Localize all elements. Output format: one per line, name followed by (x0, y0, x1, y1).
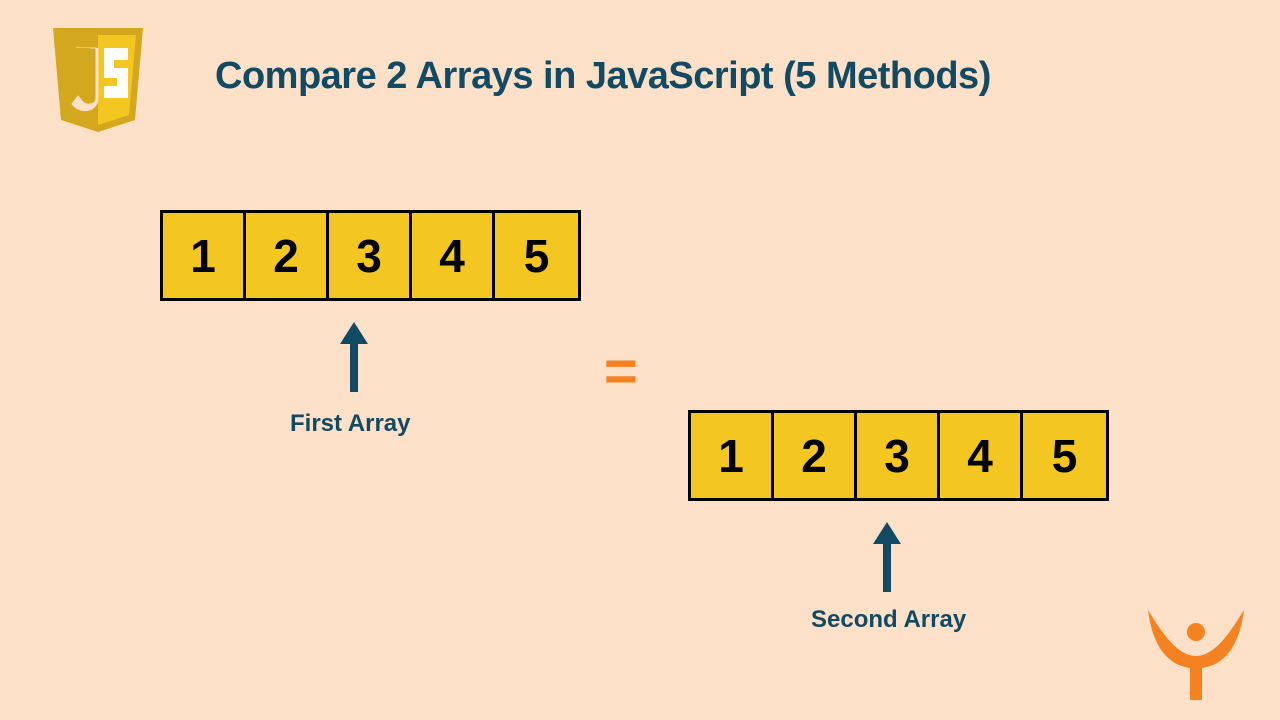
array-cell: 4 (412, 213, 495, 298)
array-cell: 5 (1023, 413, 1106, 498)
second-array-label: Second Array (811, 606, 966, 634)
array-cell: 2 (774, 413, 857, 498)
first-array-label: First Array (290, 410, 411, 438)
array-cell: 1 (163, 213, 246, 298)
array-cell: 3 (329, 213, 412, 298)
arrow-up-icon (868, 520, 906, 594)
array-cell: 2 (246, 213, 329, 298)
equals-symbol: = (604, 338, 638, 405)
array-cell: 4 (940, 413, 1023, 498)
array-cell: 5 (495, 213, 578, 298)
arrow-up-icon (335, 320, 373, 394)
first-array: 1 2 3 4 5 (160, 210, 581, 301)
array-cell: 3 (857, 413, 940, 498)
brand-logo-icon (1146, 602, 1246, 702)
js-logo-icon (48, 20, 148, 140)
second-array: 1 2 3 4 5 (688, 410, 1109, 501)
array-cell: 1 (691, 413, 774, 498)
page-title: Compare 2 Arrays in JavaScript (5 Method… (215, 55, 991, 98)
